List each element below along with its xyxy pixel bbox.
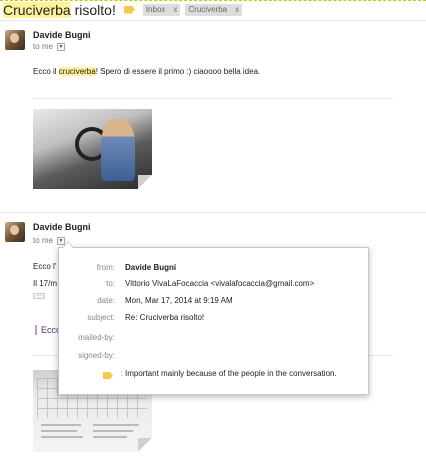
avatar[interactable] (5, 30, 25, 50)
show-trimmed-content-button[interactable]: ... (33, 293, 45, 299)
detail-row-subject: subject: Re: Cruciverba risolto! (59, 313, 370, 325)
text-line (93, 424, 139, 426)
chevron-down-icon: ▼ (58, 43, 64, 50)
from-value[interactable]: Davide Bugni (125, 263, 176, 272)
driver (101, 119, 135, 181)
body-highlight: cruciverba (58, 67, 96, 76)
remove-label-cruciverba-icon[interactable]: x (235, 5, 239, 14)
importance-value: Important mainly because of the people i… (125, 369, 337, 378)
text-line (93, 430, 133, 432)
remove-label-inbox-icon[interactable]: x (173, 5, 177, 14)
divider (0, 212, 426, 213)
message-details-popup: from: Davide Bugni to: Vittorio VivaLaFo… (58, 241, 370, 395)
sender-name[interactable]: Davide Bugni (33, 222, 91, 232)
popup-arrow (62, 241, 74, 248)
importance-separator: : (120, 369, 123, 378)
detail-row-from: from: Davide Bugni (59, 263, 370, 275)
recipient-summary: to me ▼ (33, 42, 66, 51)
from-label: from: (96, 263, 115, 272)
message-body-line: Il 17/m (33, 279, 58, 288)
text-line (41, 430, 77, 432)
importance-marker-icon[interactable] (123, 5, 135, 14)
label-inbox[interactable]: Inbox x (142, 3, 181, 16)
label-cruciverba[interactable]: Cruciverba x (185, 3, 243, 16)
to-me-text: to me (33, 42, 54, 51)
divider (0, 20, 426, 21)
signed-by-label: signed-by: (78, 351, 115, 360)
thread-subject: Cruciverba risolto! (3, 1, 116, 18)
page-fold-icon (138, 438, 152, 452)
detail-row-mailed-by: mailed-by: (59, 333, 370, 345)
to-value[interactable]: Vittorio VivaLaFocaccia <vivalafocaccia@… (125, 279, 314, 288)
date-value: Mon, Mar 17, 2014 at 9:19 AM (125, 296, 233, 305)
sender-name[interactable]: Davide Bugni (33, 30, 91, 40)
date-label: date: (97, 296, 115, 305)
detail-row-signed-by: signed-by: (59, 351, 370, 363)
subject-highlight: Cruciverba (3, 1, 71, 18)
to-label: to: (106, 279, 115, 288)
text-line (41, 424, 81, 426)
divider (33, 98, 393, 99)
detail-row-date: date: Mon, Mar 17, 2014 at 9:19 AM (59, 296, 370, 308)
label-cruciverba-text: Cruciverba (188, 5, 228, 14)
page-fold-icon (138, 175, 152, 189)
subject-rest: risolto! (70, 1, 116, 18)
text-line (93, 436, 127, 438)
message-body: Ecco il cruciverba! Spero di essere il p… (33, 67, 261, 76)
subject-value: Re: Cruciverba risolto! (125, 313, 205, 322)
to-me-text: to me (33, 236, 54, 245)
detail-row-to: to: Vittorio VivaLaFocaccia <vivalafocac… (59, 279, 370, 291)
subject-label: subject: (87, 313, 115, 322)
attachment-photo[interactable] (33, 109, 152, 189)
text-line (41, 436, 83, 438)
label-inbox-text: Inbox (145, 5, 166, 14)
avatar[interactable] (5, 222, 25, 242)
importance-marker-icon (103, 372, 113, 379)
message-body-line: Ecco l' (33, 262, 57, 271)
show-details-button[interactable]: ▼ (57, 42, 66, 51)
mailed-by-label: mailed-by: (78, 333, 115, 342)
detail-row-importance: : Important mainly because of the people… (59, 369, 370, 381)
recipient-summary: to me ▼ (33, 236, 66, 245)
subject-bar: Cruciverba risolto! Inbox x Cruciverba x (0, 0, 426, 18)
